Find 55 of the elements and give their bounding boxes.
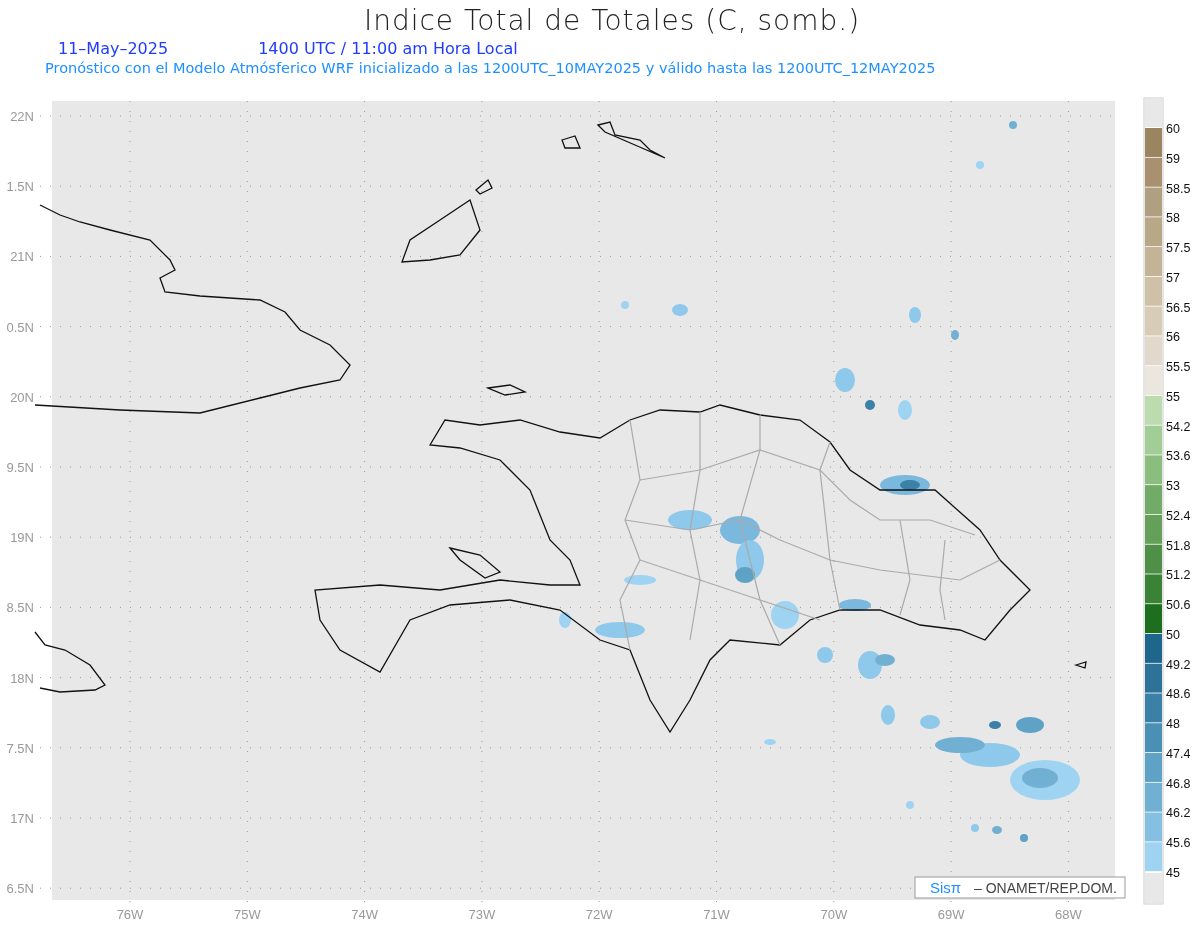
colorbar-label: 48: [1166, 717, 1180, 732]
latitude-label: 19N: [10, 530, 34, 546]
latitude-label: 18N: [10, 670, 34, 686]
forecast-date: 11–May–2025: [58, 39, 169, 58]
latitude-label: 1.5N: [6, 179, 34, 195]
colorbar-label: 55: [1166, 389, 1180, 404]
colorbar-label: 51.2: [1166, 568, 1191, 583]
latitude-label: 22N: [10, 109, 34, 124]
longitude-label: 73W: [468, 907, 496, 922]
latitude-label: 20N: [10, 389, 34, 405]
colorbar-label: 59: [1166, 151, 1180, 166]
latitude-label: 7.5N: [6, 740, 34, 756]
longitude-label: 70W: [820, 907, 848, 922]
credit-text: – ONAMET/REP.DOM.: [974, 880, 1117, 896]
colorbar-label: 46.8: [1166, 776, 1191, 791]
colorbar-label: 51.8: [1166, 538, 1191, 553]
credit-logo: Sisπ: [930, 879, 962, 896]
longitude-label: 71W: [703, 907, 730, 922]
colorbar-label: 54.2: [1166, 419, 1191, 434]
forecast-time: 1400 UTC / 11:00 am Hora Local: [258, 39, 518, 58]
longitude-label: 68W: [1055, 907, 1082, 922]
colorbar-label: 57: [1166, 270, 1180, 285]
colorbar-label: 60: [1166, 122, 1180, 136]
colorbar-label: 56: [1166, 330, 1180, 345]
longitude-label: 69W: [937, 907, 965, 922]
longitude-label: 72W: [585, 907, 613, 922]
forecast-subtitle: Pronóstico con el Modelo Atmósferico WRF inicializado a las 1200UTC_10MAY2025 y válido hasta las 1200UTC_12MAY2025: [44, 60, 937, 76]
longitude-label: 76W: [116, 907, 144, 922]
colorbar-label: 53.6: [1166, 449, 1191, 464]
colorbar-label: 49.2: [1166, 657, 1191, 672]
colorbar-label: 57.5: [1166, 241, 1191, 256]
colorbar-label: 55.5: [1166, 360, 1191, 375]
colorbar-label: 46.2: [1166, 806, 1191, 821]
colorbar-label: 50: [1166, 627, 1180, 642]
colorbar-cap: [1145, 99, 1162, 127]
longitude-label: 74W: [351, 907, 378, 922]
colorbar-label: 53: [1166, 479, 1180, 494]
latitude-label: 6.5N: [6, 881, 34, 897]
latitude-label: 17N: [10, 811, 34, 826]
colorbar-label: 58: [1166, 211, 1180, 226]
colorbar-label: 52.4: [1166, 508, 1191, 523]
chart-title: Indice Total de Totales (C, somb.): [363, 3, 861, 37]
colorbar-label: 45.6: [1166, 836, 1191, 851]
colorbar-label: 56.5: [1166, 300, 1191, 315]
latitude-label: 21N: [10, 249, 34, 265]
colorbar-cap: [1145, 873, 1162, 903]
colorbar-label: 50.6: [1166, 598, 1191, 613]
latitude-label: 9.5N: [6, 460, 34, 475]
colorbar-label: 47.4: [1166, 746, 1191, 761]
colorbar-label: 48.6: [1166, 687, 1191, 702]
latitude-label: 8.5N: [6, 600, 34, 616]
latitude-label: 0.5N: [6, 319, 34, 335]
colorbar-label: 58.5: [1166, 181, 1191, 196]
colorbar-label: 45: [1166, 866, 1180, 880]
longitude-label: 75W: [233, 907, 261, 922]
